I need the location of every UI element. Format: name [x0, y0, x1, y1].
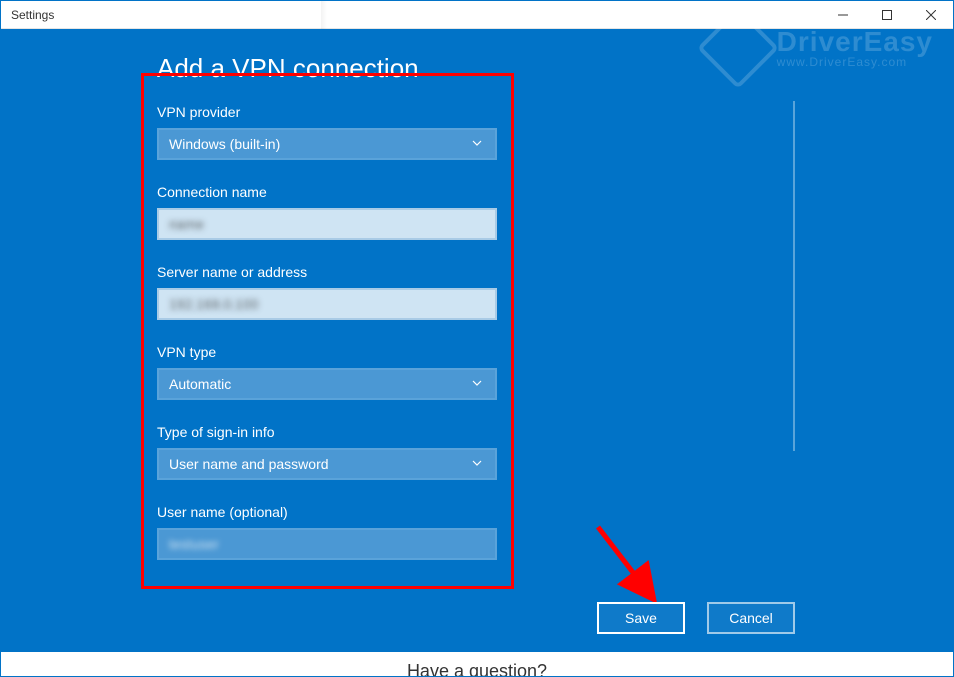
- input-connection-name[interactable]: name: [157, 208, 497, 240]
- input-server[interactable]: 192.168.0.100: [157, 288, 497, 320]
- label-signin: Type of sign-in info: [157, 424, 497, 440]
- chevron-down-icon: [471, 456, 483, 472]
- cancel-button[interactable]: Cancel: [707, 602, 795, 634]
- dialog-content: Add a VPN connection VPN provider Window…: [1, 29, 953, 652]
- window-title: Settings: [11, 8, 54, 22]
- title-divider: [321, 1, 327, 29]
- label-vpn-provider: VPN provider: [157, 104, 497, 120]
- value-server: 192.168.0.100: [169, 296, 259, 312]
- label-vpn-type: VPN type: [157, 344, 497, 360]
- field-vpn-type: VPN type Automatic: [157, 344, 497, 400]
- value-vpn-provider: Windows (built-in): [169, 136, 280, 152]
- label-connection-name: Connection name: [157, 184, 497, 200]
- value-vpn-type: Automatic: [169, 376, 231, 392]
- chevron-down-icon: [471, 376, 483, 392]
- select-vpn-type[interactable]: Automatic: [157, 368, 497, 400]
- chevron-down-icon: [471, 136, 483, 152]
- label-username: User name (optional): [157, 504, 497, 520]
- field-vpn-provider: VPN provider Windows (built-in): [157, 104, 497, 160]
- footer-question: Have a question?: [407, 661, 547, 676]
- save-button[interactable]: Save: [597, 602, 685, 634]
- vpn-dialog: DriverEasy www.DriverEasy.com Add a VPN …: [1, 29, 953, 652]
- field-connection-name: Connection name name: [157, 184, 497, 240]
- field-server: Server name or address 192.168.0.100: [157, 264, 497, 320]
- footer: Have a question?: [1, 652, 953, 676]
- select-signin[interactable]: User name and password: [157, 448, 497, 480]
- field-username: User name (optional) testuser: [157, 504, 497, 560]
- page-title: Add a VPN connection: [157, 53, 953, 84]
- input-username[interactable]: testuser: [157, 528, 497, 560]
- settings-window: Settings DriverEasy www.DriverEasy.com: [0, 0, 954, 677]
- value-connection-name: name: [169, 216, 204, 232]
- form: VPN provider Windows (built-in) Connecti…: [157, 104, 497, 560]
- value-signin: User name and password: [169, 456, 329, 472]
- field-signin: Type of sign-in info User name and passw…: [157, 424, 497, 480]
- dialog-buttons: Save Cancel: [597, 602, 795, 634]
- select-vpn-provider[interactable]: Windows (built-in): [157, 128, 497, 160]
- value-username: testuser: [169, 536, 219, 552]
- label-server: Server name or address: [157, 264, 497, 280]
